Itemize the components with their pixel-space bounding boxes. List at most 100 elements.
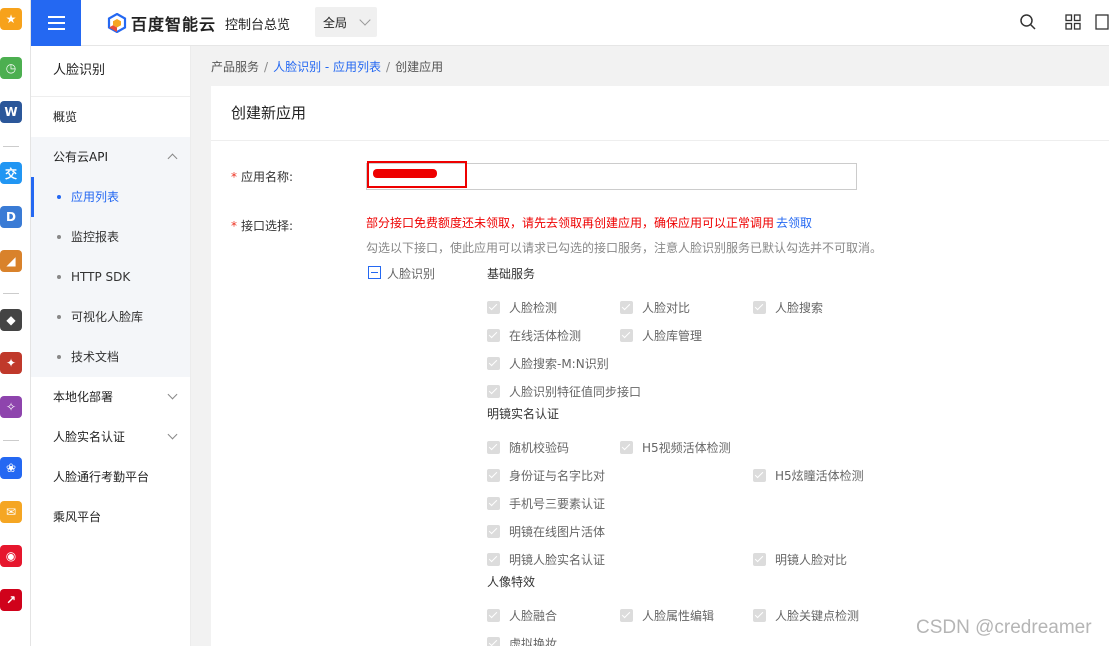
section-portrait-effects: 人像特效 bbox=[487, 575, 536, 589]
sidebar-item-monitor[interactable]: 监控报表 bbox=[31, 217, 190, 257]
api-checkbox-face-search[interactable]: 人脸搜索 bbox=[753, 299, 823, 316]
chart-app-icon[interactable]: ↗ bbox=[0, 589, 22, 611]
brand-logo[interactable]: 百度智能云 bbox=[107, 11, 216, 35]
mail-app-icon[interactable]: ✉ bbox=[0, 501, 22, 523]
top-bar: 百度智能云 控制台总览 全局 bbox=[31, 0, 1109, 46]
sidebar-title: 人脸识别 bbox=[31, 46, 190, 97]
d-app-icon[interactable]: D bbox=[0, 206, 22, 228]
menu-button[interactable] bbox=[31, 0, 81, 46]
api-checkbox-label: 人脸关键点检测 bbox=[775, 609, 860, 623]
api-checkbox-label: 明镜人脸实名认证 bbox=[509, 553, 606, 567]
api-checkbox-face-merge[interactable]: 人脸融合 bbox=[487, 607, 557, 624]
sidebar-item-face-lib[interactable]: 可视化人脸库 bbox=[31, 297, 190, 337]
api-checkbox-mingjing-compare[interactable]: 明镜人脸对比 bbox=[753, 551, 847, 568]
api-checkbox-feature-sync[interactable]: 人脸识别特征值同步接口 bbox=[487, 383, 641, 400]
chevron-up-icon bbox=[167, 153, 178, 164]
checkbox-checked-icon bbox=[487, 329, 500, 342]
page-title: 创建新应用 bbox=[211, 86, 1109, 141]
sidebar-item-overview[interactable]: 概览 bbox=[31, 97, 190, 137]
api-checkbox-random-code[interactable]: 随机校验码 bbox=[487, 439, 569, 456]
region-value: 全局 bbox=[323, 15, 348, 30]
photo-app-icon[interactable]: ◢ bbox=[0, 250, 22, 272]
checkbox-checked-icon bbox=[487, 609, 500, 622]
api-checkbox-mingjing-online-photo[interactable]: 明镜在线图片活体 bbox=[487, 523, 605, 540]
checkbox-checked-icon bbox=[487, 525, 500, 538]
brand-name: 百度智能云 bbox=[131, 15, 217, 34]
game-app-icon-1[interactable]: ◆ bbox=[0, 309, 22, 331]
api-checkbox-label: 人脸识别特征值同步接口 bbox=[509, 385, 642, 399]
sidebar-item-chengfeng[interactable]: 乘风平台 bbox=[31, 497, 190, 537]
api-checkbox-face-compare[interactable]: 人脸对比 bbox=[620, 299, 690, 316]
chevron-down-icon bbox=[167, 429, 178, 440]
api-checkbox-label: 人脸搜索 bbox=[775, 301, 824, 315]
api-checkbox-phone-three[interactable]: 手机号三要素认证 bbox=[487, 495, 605, 512]
checkbox-checked-icon bbox=[620, 329, 633, 342]
api-checkbox-label: 人脸检测 bbox=[509, 301, 558, 315]
api-checkbox-label: 人脸搜索-M:N识别 bbox=[509, 357, 609, 371]
weibo-app-icon[interactable]: ◉ bbox=[0, 545, 22, 567]
redacted-value bbox=[367, 161, 467, 188]
breadcrumb-root[interactable]: 产品服务 bbox=[211, 60, 259, 74]
region-select[interactable]: 全局 bbox=[315, 7, 377, 37]
star-app-icon[interactable]: ★ bbox=[0, 8, 22, 30]
checkbox-checked-icon bbox=[753, 609, 766, 622]
breadcrumb-parent-link[interactable]: 人脸识别 - 应用列表 bbox=[273, 60, 381, 74]
claim-quota-link[interactable]: 去领取 bbox=[776, 216, 812, 230]
api-checkbox-h5-flash-liveness[interactable]: H5炫瞳活体检测 bbox=[753, 467, 864, 484]
api-checkbox-mingjing-realname[interactable]: 明镜人脸实名认证 bbox=[487, 551, 605, 568]
api-checkbox-label: 手机号三要素认证 bbox=[509, 497, 606, 511]
api-checkbox-label: H5视频活体检测 bbox=[642, 441, 731, 455]
api-checkbox-keypoint[interactable]: 人脸关键点检测 bbox=[753, 607, 859, 624]
tree-node-face-recognition: 人脸识别 bbox=[387, 267, 436, 281]
game-app-icon-3[interactable]: ✧ bbox=[0, 396, 22, 418]
document-icon[interactable] bbox=[1095, 13, 1109, 31]
api-checkbox-id-name-compare[interactable]: 身份证与名字比对 bbox=[487, 467, 605, 484]
checkbox-checked-icon bbox=[487, 497, 500, 510]
app-launcher: ★ ◷ W 交 D ◢ ◆ ✦ ✧ ❀ ✉ ◉ ↗ bbox=[0, 0, 31, 646]
baidu-cloud-logo-icon bbox=[107, 13, 127, 33]
api-checkbox-label: 人脸对比 bbox=[642, 301, 691, 315]
console-overview-link[interactable]: 控制台总览 bbox=[225, 14, 290, 33]
grid-apps-icon[interactable] bbox=[1064, 13, 1082, 31]
game-app-icon-2[interactable]: ✦ bbox=[0, 352, 22, 374]
breadcrumb-current: 创建应用 bbox=[395, 60, 444, 74]
api-checkbox-face-search-mn[interactable]: 人脸搜索-M:N识别 bbox=[487, 355, 609, 372]
api-checkbox-virtual-makeup[interactable]: 虚拟换妆 bbox=[487, 635, 557, 646]
checkbox-checked-icon bbox=[620, 301, 633, 314]
api-checkbox-h5-video-liveness[interactable]: H5视频活体检测 bbox=[620, 439, 731, 456]
api-checkbox-label: 人脸属性编辑 bbox=[642, 609, 715, 623]
sidebar-item-realname[interactable]: 人脸实名认证 bbox=[31, 417, 190, 457]
api-checkbox-label: 随机校验码 bbox=[509, 441, 570, 455]
sidebar-item-app-list[interactable]: 应用列表 bbox=[31, 177, 190, 217]
section-mingjing: 明镜实名认证 bbox=[487, 407, 560, 421]
quota-warning: 部分接口免费额度还未领取，请先去领取再创建应用，确保应用可以正常调用 去领取 bbox=[366, 216, 813, 230]
api-checkbox-online-liveness[interactable]: 在线活体检测 bbox=[487, 327, 581, 344]
checkbox-checked-icon bbox=[620, 441, 633, 454]
api-checkbox-face-detect[interactable]: 人脸检测 bbox=[487, 299, 557, 316]
chevron-down-icon bbox=[359, 14, 371, 26]
sidebar-item-local-deploy[interactable]: 本地化部署 bbox=[31, 377, 190, 417]
checkbox-checked-icon bbox=[487, 441, 500, 454]
api-checkbox-face-lib[interactable]: 人脸库管理 bbox=[620, 327, 702, 344]
clock-app-icon[interactable]: ◷ bbox=[0, 57, 22, 79]
checkbox-checked-icon bbox=[620, 609, 633, 622]
sidebar-item-attendance[interactable]: 人脸通行考勤平台 bbox=[31, 457, 190, 497]
collapse-toggle-icon[interactable] bbox=[368, 266, 381, 279]
api-checkbox-attr-edit[interactable]: 人脸属性编辑 bbox=[620, 607, 714, 624]
watermark: CSDN @credreamer bbox=[916, 617, 1092, 638]
baidu-app-icon[interactable]: ❀ bbox=[0, 457, 22, 479]
api-checkbox-label: 明镜在线图片活体 bbox=[509, 525, 606, 539]
api-select-label: * 接口选择: bbox=[231, 219, 294, 233]
word-app-icon[interactable]: W bbox=[0, 101, 22, 123]
chat-app-icon[interactable]: 交 bbox=[0, 162, 22, 184]
checkbox-checked-icon bbox=[487, 553, 500, 566]
search-icon[interactable] bbox=[1019, 13, 1037, 31]
sidebar-item-public-api[interactable]: 公有云API bbox=[31, 137, 190, 177]
sidebar-item-docs[interactable]: 技术文档 bbox=[31, 337, 190, 377]
api-checkbox-label: 身份证与名字比对 bbox=[509, 469, 606, 483]
hamburger-icon bbox=[47, 16, 65, 18]
checkbox-checked-icon bbox=[487, 301, 500, 314]
app-name-input[interactable] bbox=[366, 161, 857, 190]
sidebar-item-http-sdk[interactable]: HTTP SDK bbox=[31, 257, 190, 297]
chevron-down-icon bbox=[167, 389, 178, 400]
